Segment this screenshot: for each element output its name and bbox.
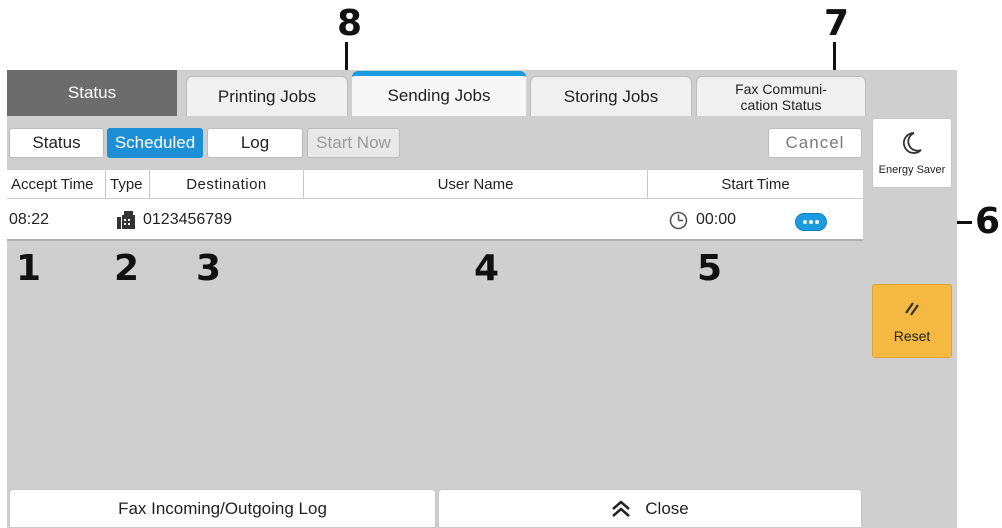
clock-icon (669, 211, 688, 235)
tab-storing-jobs[interactable]: Storing Jobs (530, 76, 692, 116)
column-type-label: Type (110, 175, 143, 193)
energy-saver-button[interactable]: Energy Saver (872, 118, 952, 188)
callout-3: 3 (196, 248, 222, 289)
destination-cell: 0123456789 (143, 211, 232, 228)
column-destination: Destination (150, 170, 304, 198)
energy-saver-label: Energy Saver (878, 163, 946, 176)
fax-log-button[interactable]: Fax Incoming/Outgoing Log (9, 489, 436, 528)
column-destination-label: Destination (186, 175, 267, 193)
log-filter-button[interactable]: Log (207, 128, 303, 158)
column-type: Type (106, 170, 150, 198)
reset-icon (902, 299, 922, 322)
callout-2: 2 (114, 248, 140, 289)
fax-log-button-label: Fax Incoming/Outgoing Log (118, 498, 327, 518)
callout-8: 8 (337, 3, 363, 44)
column-user-name-label: User Name (437, 175, 514, 193)
start-now-button[interactable]: Start Now (307, 128, 400, 158)
reset-button[interactable]: Reset (872, 284, 952, 358)
scheduled-filter-button[interactable]: Scheduled (107, 128, 203, 158)
table-row[interactable]: 08:22 0123456789 00:00 (7, 199, 863, 241)
tab-printing-jobs[interactable]: Printing Jobs (186, 76, 348, 116)
fax-icon (117, 211, 135, 234)
column-start-time: Start Time (648, 170, 863, 198)
callout-7: 7 (824, 3, 850, 44)
tab-bar: Status Printing Jobs Sending Jobs Storin… (7, 70, 868, 116)
cancel-button[interactable]: Cancel (768, 128, 862, 158)
close-button[interactable]: Close (438, 489, 862, 528)
column-user-name: User Name (304, 170, 648, 198)
reset-label: Reset (893, 327, 931, 344)
tab-status-label: Status (67, 83, 117, 102)
tab-printing-jobs-label: Printing Jobs (217, 86, 317, 106)
more-options-icon[interactable] (795, 213, 827, 236)
callout-1: 1 (16, 248, 42, 289)
callout-6: 6 (975, 201, 1001, 242)
tab-sending-jobs-label: Sending Jobs (387, 86, 491, 105)
column-start-time-label: Start Time (721, 175, 790, 193)
tab-fax-label-line2: cation Status (740, 96, 822, 113)
start-time-cell: 00:00 (696, 211, 737, 228)
status-filter-button[interactable]: Status (9, 128, 104, 158)
tab-fax-communication-status[interactable]: Fax Communi- cation Status (696, 76, 866, 116)
close-button-label: Close (645, 498, 689, 518)
tab-fax-label-line1: Fax Communi- (735, 80, 827, 97)
tab-status[interactable]: Status (7, 70, 177, 116)
tab-sending-jobs[interactable]: Sending Jobs (352, 71, 526, 116)
column-accept-time-label: Accept Time (11, 175, 94, 193)
callout-4: 4 (474, 248, 500, 289)
tab-storing-jobs-label: Storing Jobs (563, 86, 659, 106)
double-chevron-up-icon (611, 499, 631, 518)
column-accept-time: Accept Time (7, 170, 106, 198)
moon-icon (901, 131, 923, 158)
accept-time-cell: 08:22 (9, 211, 50, 228)
callout-5: 5 (697, 248, 723, 289)
